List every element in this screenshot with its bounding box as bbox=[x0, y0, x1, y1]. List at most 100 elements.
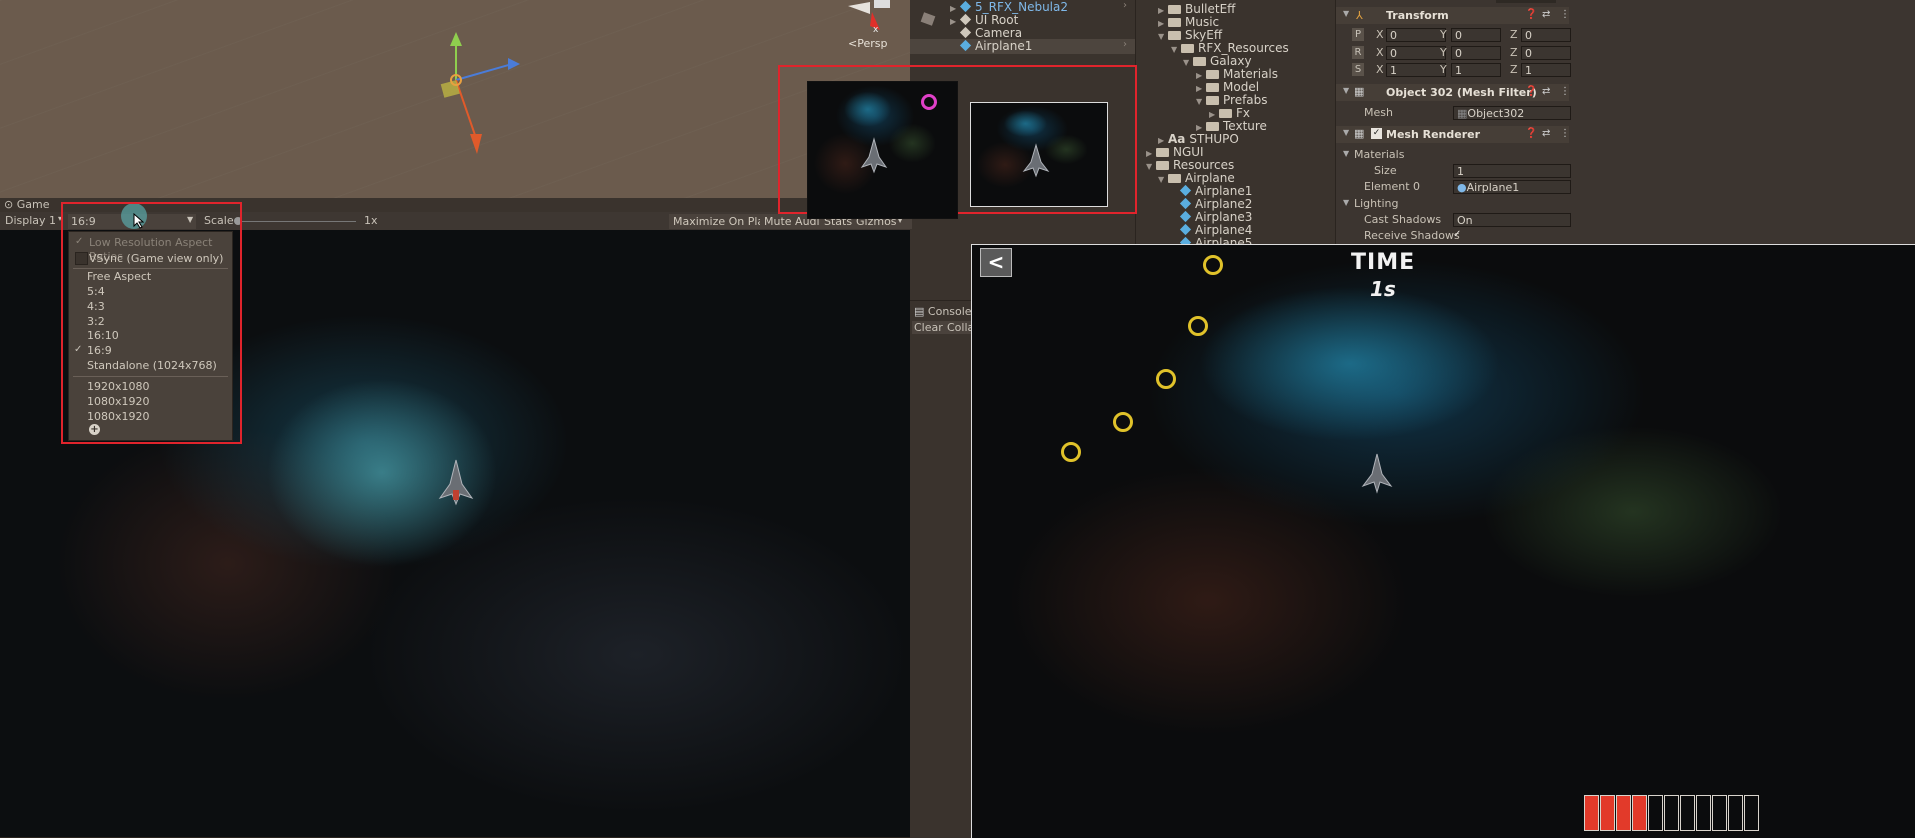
enabled-checkbox[interactable]: ✓ bbox=[1371, 128, 1382, 139]
prefab-icon bbox=[1179, 210, 1192, 223]
target-ring bbox=[1061, 442, 1081, 462]
foldout-arrow-icon[interactable]: ▼ bbox=[1343, 86, 1349, 95]
foldout-arrow-icon[interactable]: ▼ bbox=[1343, 9, 1349, 18]
orientation-gizmo[interactable] bbox=[840, 0, 900, 40]
prefab-icon bbox=[959, 0, 972, 13]
prefab-icon bbox=[1179, 184, 1192, 197]
axis-z-label: Z bbox=[1510, 63, 1518, 76]
move-gizmo[interactable] bbox=[430, 30, 540, 160]
position-label: P bbox=[1352, 28, 1364, 41]
mesh-label: Mesh bbox=[1364, 106, 1393, 119]
axis-y-label: Y bbox=[1440, 46, 1447, 59]
foldout-arrow-icon[interactable]: ▼ bbox=[1343, 198, 1349, 207]
gameobject-icon bbox=[959, 13, 972, 26]
annotation-box bbox=[61, 202, 242, 444]
display-dropdown[interactable]: Display 1 bbox=[5, 214, 56, 227]
gizmo-axis-label: x bbox=[873, 25, 879, 35]
foldout-arrow-icon[interactable]: ▼ bbox=[1343, 149, 1349, 158]
axis-z-label: Z bbox=[1510, 46, 1518, 59]
inspector-top-field bbox=[1496, 0, 1556, 3]
position-y-field[interactable]: 0 bbox=[1451, 28, 1501, 42]
menu-dots-icon[interactable]: ⋮ bbox=[1560, 86, 1570, 97]
scale-slider[interactable] bbox=[236, 221, 356, 222]
folder-open-icon bbox=[1156, 161, 1169, 170]
energy-cell-empty bbox=[1744, 795, 1759, 831]
folder-icon bbox=[1206, 70, 1219, 79]
rotation-y-field[interactable]: 0 bbox=[1451, 46, 1501, 60]
folder-open-icon bbox=[1193, 57, 1206, 66]
player-ship bbox=[860, 137, 888, 174]
target-ring bbox=[1188, 316, 1208, 336]
energy-cell-filled bbox=[1584, 795, 1599, 831]
folder-open-icon bbox=[1181, 44, 1194, 53]
mesh-field[interactable]: ▦Object302 bbox=[1453, 106, 1571, 120]
scale-z-field[interactable]: 1 bbox=[1521, 63, 1571, 77]
element0-label: Element 0 bbox=[1364, 180, 1421, 193]
axis-z-label: Z bbox=[1510, 28, 1518, 41]
project-item[interactable]: Airplane5 bbox=[1180, 236, 1252, 244]
foldout-arrow-icon[interactable]: ▼ bbox=[1343, 128, 1349, 137]
position-x-field[interactable]: 0 bbox=[1386, 28, 1446, 42]
rotation-x-field[interactable]: 0 bbox=[1386, 46, 1446, 60]
folder-icon bbox=[1219, 109, 1232, 118]
preset-icon[interactable]: ⇄ bbox=[1542, 9, 1550, 20]
rotation-z-field[interactable]: 0 bbox=[1521, 46, 1571, 60]
persp-label[interactable]: <Persp bbox=[848, 37, 887, 50]
expand-arrow-icon[interactable]: › bbox=[1123, 39, 1127, 50]
size-field[interactable]: 1 bbox=[1453, 164, 1571, 178]
expand-arrow-icon[interactable]: › bbox=[1123, 0, 1127, 11]
preset-icon[interactable]: ⇄ bbox=[1542, 128, 1550, 139]
prefab-icon bbox=[1180, 236, 1192, 244]
receive-shadows-checkbox[interactable]: ✓ bbox=[1453, 229, 1464, 240]
game-preview bbox=[971, 244, 1915, 838]
size-label: Size bbox=[1374, 164, 1397, 177]
folder-icon bbox=[1206, 122, 1219, 131]
maximize-on-play-button[interactable]: Maximize On Play bbox=[669, 214, 775, 229]
game-tab[interactable]: ⊙ Game bbox=[4, 198, 49, 211]
target-ring bbox=[1113, 412, 1133, 432]
energy-cell-empty bbox=[1648, 795, 1663, 831]
help-icon[interactable]: ❓ bbox=[1525, 9, 1537, 20]
player-ship bbox=[1361, 453, 1393, 494]
scale-y-field[interactable]: 1 bbox=[1451, 63, 1501, 77]
axis-y-label: Y bbox=[1440, 63, 1447, 76]
energy-cell-empty bbox=[1664, 795, 1679, 831]
prefab-icon bbox=[1179, 223, 1192, 236]
element0-field[interactable]: ●Airplane1 bbox=[1453, 180, 1571, 194]
hierarchy-side-icon bbox=[920, 12, 936, 26]
scale-x-field[interactable]: 1 bbox=[1386, 63, 1446, 77]
help-icon[interactable]: ❓ bbox=[1525, 86, 1537, 97]
cast-shadows-dropdown[interactable]: On bbox=[1453, 213, 1571, 227]
prefab-icon bbox=[1179, 197, 1192, 210]
scale-value: 1x bbox=[364, 214, 378, 227]
target-ring bbox=[1203, 255, 1223, 275]
mesh-icon: ▦ bbox=[1457, 107, 1468, 120]
folder-icon bbox=[1156, 148, 1169, 157]
folder-icon bbox=[1168, 18, 1181, 27]
folder-open-icon bbox=[1168, 174, 1181, 183]
receive-shadows-label: Receive Shadows bbox=[1364, 229, 1460, 242]
position-z-field[interactable]: 0 bbox=[1521, 28, 1571, 42]
menu-dots-icon[interactable]: ⋮ bbox=[1560, 9, 1570, 20]
energy-cell-filled bbox=[1600, 795, 1615, 831]
energy-cell-empty bbox=[1696, 795, 1711, 831]
clear-button[interactable]: Clear bbox=[912, 321, 945, 334]
console-icon: ▤ bbox=[914, 305, 925, 318]
back-button[interactable]: < bbox=[980, 248, 1012, 277]
cast-shadows-label: Cast Shadows bbox=[1364, 213, 1442, 226]
preset-icon[interactable]: ⇄ bbox=[1542, 86, 1550, 97]
help-icon[interactable]: ❓ bbox=[1525, 128, 1537, 139]
player-ship bbox=[1022, 143, 1050, 178]
prefab-icon bbox=[959, 39, 972, 52]
energy-cell-empty bbox=[1728, 795, 1743, 831]
scene-view[interactable]: x <Persp bbox=[0, 0, 910, 198]
hierarchy-item-selected[interactable]: Airplane1 bbox=[950, 39, 1032, 54]
mesh-filter-icon: ▦ bbox=[1354, 85, 1365, 98]
console-tab[interactable]: ▤ Console bbox=[914, 305, 972, 318]
lighting-label: Lighting bbox=[1354, 197, 1399, 210]
gameobject-icon bbox=[959, 26, 972, 39]
folder-open-icon bbox=[1168, 31, 1181, 40]
material-icon: ● bbox=[1457, 181, 1467, 194]
menu-dots-icon[interactable]: ⋮ bbox=[1560, 128, 1570, 139]
mesh-renderer-icon: ▦ bbox=[1354, 127, 1365, 140]
